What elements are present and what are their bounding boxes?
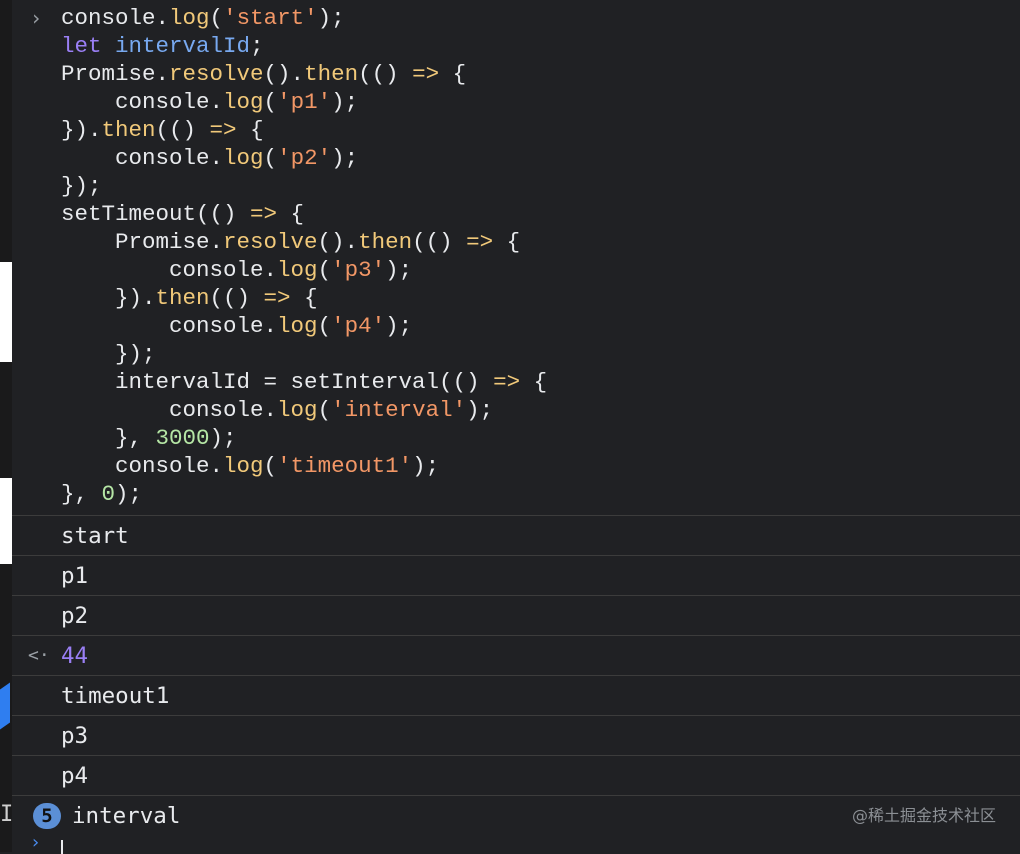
code-line: }, 3000);	[61, 425, 237, 451]
prompt-caret-icon: ›	[30, 832, 41, 853]
code-line: console.log('timeout1');	[61, 453, 440, 479]
code-line: console.log('p4');	[61, 313, 413, 339]
code-line: }).then(() => {	[61, 117, 264, 143]
output-text: p2	[61, 603, 89, 629]
code-line: console.log('p2');	[61, 145, 359, 171]
output-text: interval	[72, 803, 181, 829]
console-output-row: p1	[12, 555, 1020, 595]
code-block: console.log('start'); let intervalId; Pr…	[61, 4, 547, 508]
code-line: let intervalId;	[61, 33, 264, 59]
output-text: start	[61, 523, 129, 549]
return-arrow-icon: <·	[28, 645, 50, 666]
code-line: }).then(() => {	[61, 285, 318, 311]
strip-white-block	[0, 262, 12, 362]
console-output-row: p4	[12, 755, 1020, 795]
console-output-row: timeout1	[12, 675, 1020, 715]
prompt-caret-icon: ›	[30, 6, 43, 30]
code-line: console.log('start');	[61, 5, 345, 31]
code-line: console.log('p1');	[61, 89, 359, 115]
watermark: @稀土掘金技术社区	[851, 806, 996, 825]
code-line: }, 0);	[61, 481, 143, 507]
console-return-row: <· 44	[12, 635, 1020, 675]
return-value: 44	[61, 643, 89, 669]
strip-glyph: I	[0, 802, 12, 827]
code-line: Promise.resolve().then(() => {	[61, 229, 521, 255]
left-edge-strip: I	[0, 0, 12, 852]
code-line: });	[61, 341, 156, 367]
console-input-echo: › console.log('start'); let intervalId; …	[12, 0, 1020, 515]
console-prompt-input[interactable]: ›	[12, 832, 1020, 854]
code-line: console.log('p3');	[61, 257, 413, 283]
output-text: p1	[61, 563, 89, 589]
console-output-row: p3	[12, 715, 1020, 755]
code-line: });	[61, 173, 102, 199]
output-text: p4	[61, 763, 89, 789]
strip-white-block	[0, 478, 12, 564]
console-output-row: start	[12, 515, 1020, 555]
devtools-console: › console.log('start'); let intervalId; …	[12, 0, 1020, 854]
repeat-count-badge: 5	[33, 803, 61, 829]
console-output-row: p2	[12, 595, 1020, 635]
code-line: setTimeout(() => {	[61, 201, 305, 227]
output-text: p3	[61, 723, 89, 749]
code-line: console.log('interval');	[61, 397, 494, 423]
strip-blue-block	[0, 682, 10, 730]
output-text: timeout1	[61, 683, 170, 709]
code-line: Promise.resolve().then(() => {	[61, 61, 467, 87]
code-line: intervalId = setInterval(() => {	[61, 369, 548, 395]
console-output-row: 5 interval @稀土掘金技术社区	[12, 795, 1020, 835]
